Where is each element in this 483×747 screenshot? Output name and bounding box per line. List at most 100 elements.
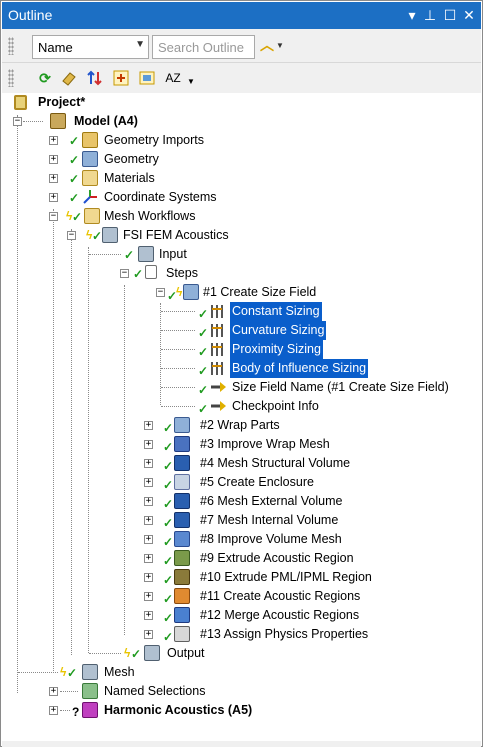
tree-row-output[interactable]: ϟ ✓ Output [2, 644, 481, 663]
expand-icon[interactable]: + [144, 573, 153, 582]
tree-label-geometry-imports: Geometry Imports [104, 133, 205, 147]
toolbar-grip[interactable] [8, 69, 14, 87]
tree-row-proximity-sizing[interactable]: ✓ Proximity Sizing [2, 340, 481, 359]
tree-row-constant-sizing[interactable]: ✓ Constant Sizing [2, 302, 481, 321]
panel-title: Outline [8, 7, 53, 23]
tree-row-harmonic-acoustics[interactable]: + ? Harmonic Acoustics (A5) [2, 701, 481, 720]
tree-row-step-8[interactable]: + ✓ #8 Improve Volume Mesh [2, 530, 481, 549]
tree-label-checkpoint-info: Checkpoint Info [232, 399, 319, 413]
maximize-button[interactable]: ☐ [442, 5, 458, 25]
outline-panel: Outline ▾ ⊥ ☐ ✕ Name ▼ ︿ ▼ ⟳ AZ ▼ [0, 0, 483, 747]
check-icon: ✓ [163, 535, 174, 549]
merge-regions-icon [174, 607, 190, 623]
tree-row-step-13[interactable]: + ✓ #13 Assign Physics Properties [2, 625, 481, 644]
tree-row-step-5[interactable]: + ✓ #5 Create Enclosure [2, 473, 481, 492]
panel-bottom-border [2, 741, 481, 747]
pin-icon[interactable]: ⊥ [422, 5, 438, 25]
expand-icon[interactable]: + [144, 592, 153, 601]
tree-label-output: Output [167, 646, 205, 660]
tree-row-checkpoint-info[interactable]: ✓ Checkpoint Info [2, 397, 481, 416]
tree-row-step-6[interactable]: + ✓ #6 Mesh External Volume [2, 492, 481, 511]
tree-row-body-of-influence-sizing[interactable]: ✓ Body of Influence Sizing [2, 359, 481, 378]
expand-icon[interactable]: + [49, 136, 58, 145]
collapse-icon[interactable]: − [67, 231, 76, 240]
question-icon: ? [72, 705, 80, 719]
expand-icon[interactable]: + [144, 478, 153, 487]
expand-icon[interactable]: + [49, 193, 58, 202]
tree-row-step-4[interactable]: + ✓ #4 Mesh Structural Volume [2, 454, 481, 473]
tree-line [161, 406, 195, 407]
tree-row-coordinate-systems[interactable]: + ✓ Coordinate Systems [2, 188, 481, 207]
tree-row-project[interactable]: Project* [2, 93, 481, 112]
expand-icon[interactable]: + [144, 554, 153, 563]
expand-icon[interactable]: + [144, 497, 153, 506]
sort-alphabetical-icon[interactable]: AZ [164, 69, 182, 87]
collapse-environments-icon[interactable] [138, 69, 156, 87]
close-button[interactable]: ✕ [461, 5, 477, 25]
tree-row-step-9[interactable]: + ✓ #9 Extrude Acoustic Region [2, 549, 481, 568]
tree-row-step-2[interactable]: + ✓ #2 Wrap Parts [2, 416, 481, 435]
expand-icon[interactable]: + [144, 440, 153, 449]
tree-row-mesh-workflows[interactable]: − ϟ ✓ Mesh Workflows [2, 207, 481, 226]
expand-icon[interactable]: + [144, 459, 153, 468]
tree-label-model: Model (A4) [74, 114, 138, 128]
panel-menu-button[interactable]: ▾ [404, 5, 420, 25]
toolbar-grip[interactable] [8, 37, 14, 55]
tree-row-input[interactable]: ✓ Input [2, 245, 481, 264]
acoustic-regions-icon [174, 588, 190, 604]
tree-label-fsi-fem-acoustics: FSI FEM Acoustics [123, 228, 229, 242]
tree-row-step-12[interactable]: + ✓ #12 Merge Acoustic Regions [2, 606, 481, 625]
tree-row-curvature-sizing[interactable]: ✓ Curvature Sizing [2, 321, 481, 340]
sort-order-icon[interactable] [86, 69, 104, 87]
expand-icon[interactable]: + [144, 630, 153, 639]
tree-row-size-field-name[interactable]: ✓ Size Field Name (#1 Create Size Field) [2, 378, 481, 397]
collapse-icon[interactable]: − [156, 288, 165, 297]
expand-icon[interactable]: + [49, 687, 58, 696]
filter-toolbar: Name ▼ ︿ ▼ [2, 29, 481, 63]
check-icon: ✓ [198, 307, 209, 321]
collapse-icon[interactable]: − [49, 212, 58, 221]
tree-row-step-10[interactable]: + ✓ #10 Extrude PML/IPML Region [2, 568, 481, 587]
eraser-icon[interactable] [60, 69, 78, 87]
tree-row-step-11[interactable]: + ✓ #11 Create Acoustic Regions [2, 587, 481, 606]
refresh-icon[interactable]: ⟳ [36, 69, 54, 87]
harmonic-acoustics-icon [82, 702, 98, 718]
sort-dropdown-icon[interactable]: ▼ [182, 73, 200, 91]
tree-row-geometry-imports[interactable]: + ✓ Geometry Imports [2, 131, 481, 150]
filter-type-value: Name [38, 40, 73, 55]
tree-row-model[interactable]: − Model (A4) [2, 112, 481, 131]
expand-icon[interactable]: + [49, 706, 58, 715]
tree-row-step-1[interactable]: − ✓ ϟ #1 Create Size Field [2, 283, 481, 302]
filter-type-select[interactable]: Name ▼ [32, 35, 149, 59]
tree-row-step-3[interactable]: + ✓ #3 Improve Wrap Mesh [2, 435, 481, 454]
tree-row-step-7[interactable]: + ✓ #7 Mesh Internal Volume [2, 511, 481, 530]
tree-label-project: Project* [38, 95, 86, 109]
expand-icon[interactable]: + [49, 155, 58, 164]
search-options-dropdown-icon[interactable]: ▼ [276, 41, 284, 50]
tree-row-geometry[interactable]: + ✓ Geometry [2, 150, 481, 169]
search-up-icon[interactable]: ︿ [260, 35, 274, 55]
tree-line [161, 368, 195, 369]
check-icon: ✓ [131, 647, 142, 661]
output-arrow-icon [210, 399, 226, 413]
tree-row-named-selections[interactable]: + Named Selections [2, 682, 481, 701]
check-icon: ✓ [198, 402, 209, 416]
expand-icon[interactable]: + [144, 516, 153, 525]
expand-icon[interactable]: + [49, 174, 58, 183]
tree-row-steps[interactable]: − ✓ Steps [2, 264, 481, 283]
tree-label-coordinate-systems: Coordinate Systems [104, 190, 217, 204]
expand-all-icon[interactable] [112, 69, 130, 87]
tree-row-mesh[interactable]: ϟ ✓ Mesh [2, 663, 481, 682]
collapse-icon[interactable]: − [120, 269, 129, 278]
tree-line [60, 691, 78, 692]
expand-icon[interactable]: + [144, 611, 153, 620]
collapse-icon[interactable]: − [13, 117, 22, 126]
tree-row-materials[interactable]: + ✓ Materials [2, 169, 481, 188]
lightning-icon: ϟ [60, 665, 67, 679]
expand-icon[interactable]: + [144, 421, 153, 430]
check-icon: ✓ [163, 497, 174, 511]
expand-icon[interactable]: + [144, 535, 153, 544]
search-outline-input[interactable] [152, 35, 255, 59]
tree-row-fsi-fem-acoustics[interactable]: − ϟ ✓ FSI FEM Acoustics [2, 226, 481, 245]
tree-label-step-5: #5 Create Enclosure [200, 475, 314, 489]
